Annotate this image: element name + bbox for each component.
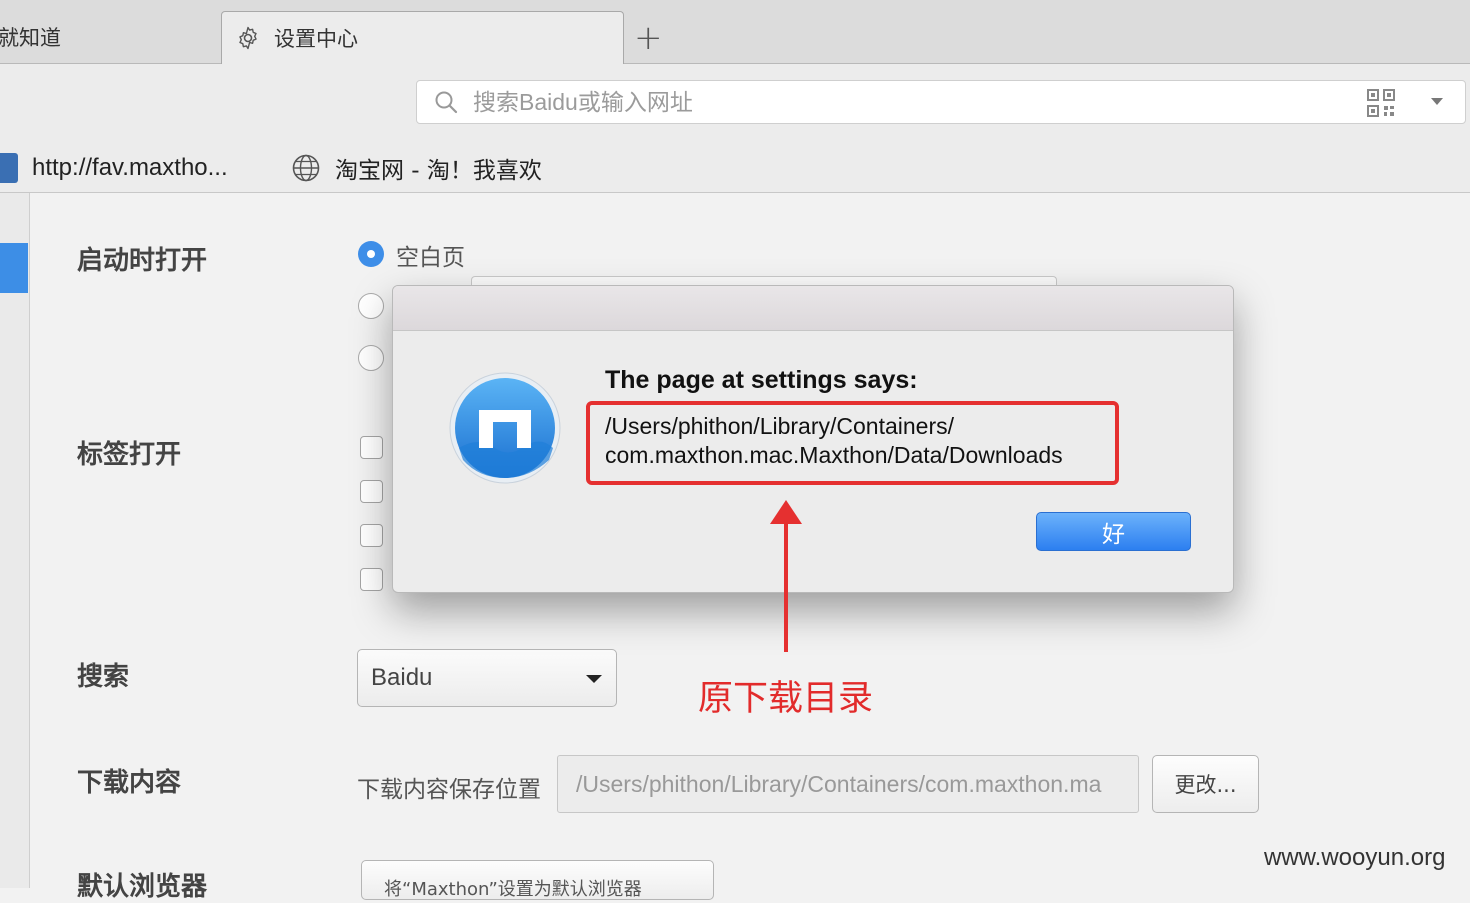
gear-icon	[239, 26, 257, 50]
download-path-field[interactable]: /Users/phithon/Library/Containers/com.ma…	[557, 755, 1139, 813]
address-input[interactable]	[471, 87, 1465, 117]
search-icon	[435, 91, 458, 114]
new-tab-button[interactable]: +	[634, 21, 663, 55]
annotation-label: 原下载目录	[698, 679, 874, 719]
settings-sidebar	[0, 193, 30, 888]
address-dropdown-icon[interactable]	[1431, 98, 1443, 105]
annotation-highlight-box	[586, 401, 1119, 485]
dialog-titlebar	[393, 286, 1233, 331]
startup-radio[interactable]	[358, 345, 384, 371]
bookmark-label: http://fav.maxtho...	[32, 154, 228, 181]
change-download-path-button[interactable]: 更改...	[1152, 755, 1259, 813]
tab-option-checkbox[interactable]	[360, 568, 383, 591]
tab-option-checkbox[interactable]	[360, 480, 383, 503]
download-location-label: 下载内容保存位置	[357, 777, 541, 803]
contacts-icon	[0, 153, 18, 183]
tab-bar: 就知道 设置中心 +	[0, 0, 1470, 64]
dialog-title: The page at settings says:	[605, 366, 918, 394]
bookmark-label: 淘宝网 - 淘！我喜欢	[335, 158, 542, 184]
startup-option-label: 空白页	[396, 245, 465, 271]
annotation-arrow-icon	[770, 500, 802, 652]
address-bar[interactable]	[416, 80, 1466, 124]
chevron-down-icon	[586, 675, 602, 683]
bookmark-item[interactable]: 淘宝网 - 淘！我喜欢	[291, 148, 542, 188]
search-engine-select[interactable]: Baidu	[357, 649, 617, 707]
ok-button[interactable]: 好	[1036, 512, 1191, 551]
tab-option-checkbox[interactable]	[360, 524, 383, 547]
qr-code-icon[interactable]	[1367, 89, 1395, 117]
tab-label: 设置中心	[274, 27, 358, 51]
sidebar-item-selected[interactable]	[0, 243, 28, 293]
downloads-label: 下载内容	[77, 768, 182, 798]
tab-settings[interactable]: 设置中心	[221, 11, 624, 64]
search-engine-value: Baidu	[371, 664, 433, 691]
watermark: www.wooyun.org	[1264, 844, 1446, 871]
toolbar: http://fav.maxtho... 淘宝网 - 淘！我喜欢	[0, 64, 1470, 193]
search-label: 搜索	[77, 662, 130, 692]
maxthon-logo-icon	[449, 372, 561, 484]
tab-baidu[interactable]: 就知道	[0, 11, 222, 63]
globe-icon	[292, 154, 320, 182]
tab-option-checkbox[interactable]	[360, 436, 383, 459]
tabs-label: 标签打开	[77, 440, 182, 470]
startup-label: 启动时打开	[77, 246, 208, 276]
default-browser-label: 默认浏览器	[77, 872, 208, 902]
startup-radio[interactable]	[358, 293, 384, 319]
startup-radio-blank[interactable]	[358, 241, 384, 267]
bookmark-item[interactable]: http://fav.maxtho...	[0, 148, 228, 188]
set-default-browser-button[interactable]: 将“Maxthon”设置为默认浏览器	[361, 860, 714, 900]
tab-label: 就知道	[0, 26, 61, 50]
